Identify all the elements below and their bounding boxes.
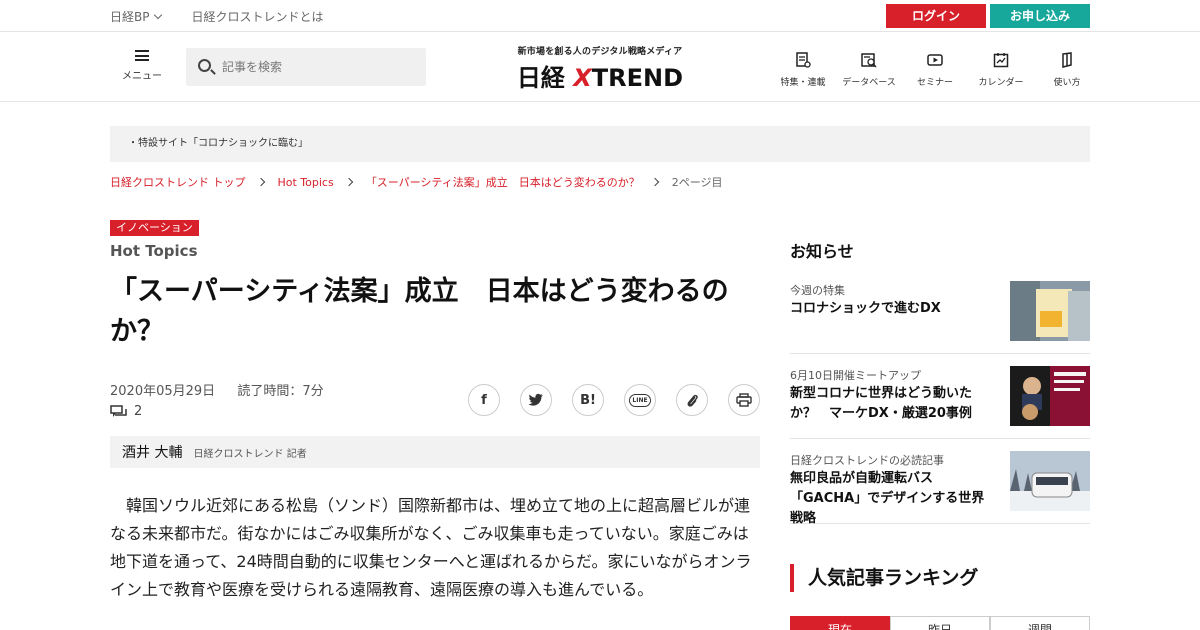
article-body: 韓国ソウル近郊にある松島（ソンド）国際新都市は、埋め立て地の上に超高層ビルが連な… xyxy=(110,496,752,599)
nav-guide[interactable]: 使い方 xyxy=(1034,52,1100,88)
news-thumbnail[interactable] xyxy=(1010,451,1090,511)
news-item[interactable]: 日経クロストレンドの必読記事 無印良品が自動運転バス「GACHA」でデザインする… xyxy=(790,451,1090,526)
print-button[interactable] xyxy=(728,384,760,416)
notice-bar[interactable]: ・特設サイト「コロナショックに臨む」 xyxy=(110,126,1090,162)
twitter-icon xyxy=(528,393,543,406)
news-headline[interactable]: 無印良品が自動運転バス「GACHA」でデザインする世界戦略 xyxy=(790,469,990,529)
hatena-icon: B! xyxy=(580,392,596,408)
breadcrumb-current: 2ページ目 xyxy=(671,176,723,189)
site-header: メニュー 新市場を創る人のデジタル戦略メディア 日経 XTREND 特集・連載 … xyxy=(0,32,1200,102)
search-input[interactable] xyxy=(222,57,412,77)
database-icon xyxy=(861,53,877,68)
author-name[interactable]: 酒井 大輔 xyxy=(122,445,182,461)
news-item[interactable]: 6月10日開催ミートアップ 新型コロナに世界はどう動いたか？ マーケDX・厳選2… xyxy=(790,366,1090,439)
article-date: 2020年05月29日 xyxy=(110,384,216,399)
copy-link-button[interactable] xyxy=(676,384,708,416)
news-headline[interactable]: 新型コロナに世界はどう動いたか？ マーケDX・厳選20事例 xyxy=(790,384,990,424)
news-item[interactable]: 今週の特集 コロナショックで進むDX xyxy=(790,281,1090,354)
nav-seminar[interactable]: セミナー xyxy=(902,52,968,88)
read-time: 読了時間：7分 xyxy=(237,384,324,399)
login-button[interactable]: ログイン xyxy=(886,4,986,28)
logo-wordmark: 日経 XTREND xyxy=(508,58,692,93)
apply-button[interactable]: お申し込み xyxy=(990,4,1090,28)
notice-text[interactable]: ・特設サイト「コロナショックに臨む」 xyxy=(128,138,308,149)
nav-feature[interactable]: 特集・連載 xyxy=(770,52,836,88)
feature-icon xyxy=(796,52,811,68)
breadcrumb-article[interactable]: 「スーパーシティ法案」成立 日本はどう変わるのか？ xyxy=(366,174,640,190)
category-badge[interactable]: イノベーション xyxy=(110,220,199,236)
nikkei-bp-dropdown[interactable]: 日経BP xyxy=(110,8,163,25)
tab-weekly[interactable]: 週間 xyxy=(990,616,1090,630)
comment-count[interactable]: 2 xyxy=(110,404,142,419)
logo-tagline: 新市場を創る人のデジタル戦略メディア xyxy=(517,47,683,57)
tab-yesterday[interactable]: 昨日 xyxy=(890,616,990,630)
article-kicker: Hot Topics xyxy=(110,242,198,260)
ranking-heading: 人気記事ランキング xyxy=(790,564,978,592)
nav-seminar-label: セミナー xyxy=(916,78,953,88)
menu-button[interactable]: メニュー xyxy=(120,50,164,82)
tab-current[interactable]: 現在 xyxy=(790,616,890,630)
nav-calendar-label: カレンダー xyxy=(978,78,1024,88)
breadcrumb: 日経クロストレンド トップ Hot Topics 「スーパーシティ法案」成立 日… xyxy=(110,174,723,190)
article-meta: 2020年05月29日 読了時間：7分 xyxy=(110,380,342,399)
menu-label: メニュー xyxy=(122,71,162,82)
article-title: 「スーパーシティ法案」成立 日本はどう変わるのか？ xyxy=(110,276,729,347)
logo-name-a: 日経 xyxy=(516,64,574,92)
paperclip-icon xyxy=(687,394,698,407)
news-thumbnail[interactable] xyxy=(1010,281,1090,341)
site-logo[interactable]: 新市場を創る人のデジタル戦略メディア 日経 XTREND xyxy=(508,44,692,93)
header-nav: 特集・連載 データベース セミナー カレンダー 使い方 xyxy=(770,52,1100,88)
calendar-icon xyxy=(993,53,1009,68)
breadcrumb-hot-topics[interactable]: Hot Topics xyxy=(278,176,334,189)
about-link[interactable]: 日経クロストレンドとは xyxy=(191,8,323,25)
nav-feature-label: 特集・連載 xyxy=(780,78,826,88)
nav-calendar[interactable]: カレンダー xyxy=(968,52,1034,88)
breadcrumb-top[interactable]: 日経クロストレンド トップ xyxy=(110,174,246,190)
seminar-icon xyxy=(927,54,943,66)
nav-database[interactable]: データベース xyxy=(836,52,902,88)
nav-database-label: データベース xyxy=(842,78,896,88)
comment-icon xyxy=(110,404,127,417)
chevron-right-icon xyxy=(344,177,353,187)
news-thumbnail[interactable] xyxy=(1010,366,1090,426)
author-bar: 酒井 大輔 日経クロストレンド 記者 xyxy=(110,436,760,468)
ranking-tabs: 現在 昨日 週間 xyxy=(790,616,1090,630)
search-icon[interactable] xyxy=(198,59,211,72)
facebook-icon: f xyxy=(481,392,487,408)
hamburger-icon xyxy=(135,50,149,61)
nav-guide-label: 使い方 xyxy=(1053,78,1081,88)
twitter-share-button[interactable] xyxy=(520,384,552,416)
share-buttons: f B! LINE xyxy=(468,384,760,416)
news-headline[interactable]: コロナショックで進むDX xyxy=(790,299,990,319)
news-heading: お知らせ xyxy=(790,242,854,261)
hatena-share-button[interactable]: B! xyxy=(572,384,604,416)
chevron-right-icon xyxy=(256,177,265,187)
guide-icon xyxy=(1062,52,1072,68)
chevron-right-icon xyxy=(650,177,659,187)
line-icon: LINE xyxy=(629,393,651,407)
utility-bar: 日経BP 日経クロストレンドとは ログイン お申し込み xyxy=(0,0,1200,32)
chevron-down-icon xyxy=(154,10,163,20)
facebook-share-button[interactable]: f xyxy=(468,384,500,416)
author-role: 日経クロストレンド 記者 xyxy=(193,449,307,460)
nikkei-bp-label: 日経BP xyxy=(110,10,150,24)
search-box xyxy=(186,48,426,86)
logo-name-b: TREND xyxy=(591,64,684,92)
line-share-button[interactable]: LINE xyxy=(624,384,656,416)
logo-name-x: X xyxy=(573,64,592,92)
comment-count-value: 2 xyxy=(134,404,143,419)
print-icon xyxy=(736,393,752,407)
